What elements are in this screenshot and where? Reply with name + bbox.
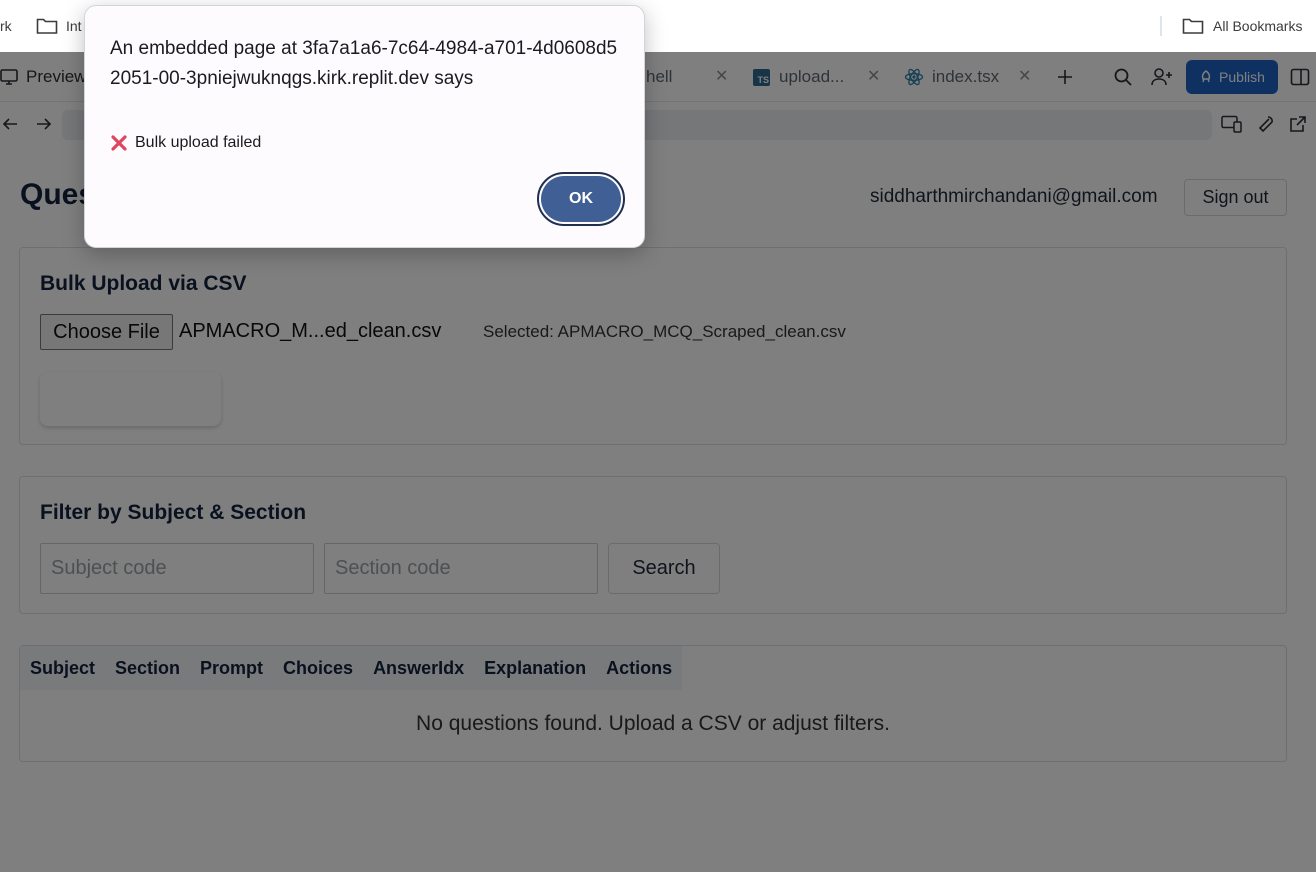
- bookmark-folder-label: Int: [66, 18, 82, 34]
- alert-dialog: An embedded page at 3fa7a1a6-7c64-4984-a…: [84, 5, 645, 248]
- all-bookmarks-button[interactable]: All Bookmarks: [1182, 15, 1302, 37]
- folder-icon: [1182, 18, 1204, 34]
- all-bookmarks-label: All Bookmarks: [1213, 18, 1303, 34]
- bookmark-folder-int[interactable]: Int: [36, 15, 82, 37]
- error-icon: [111, 135, 127, 151]
- folder-icon: [36, 18, 58, 34]
- bookmark-label: rk: [0, 18, 12, 34]
- dialog-title: An embedded page at 3fa7a1a6-7c64-4984-a…: [110, 38, 618, 89]
- bookmark-item-partial[interactable]: rk: [0, 15, 12, 37]
- bookmarks-separator: [1160, 16, 1162, 36]
- dialog-message: Bulk upload failed: [110, 134, 261, 152]
- dialog-message-text: Bulk upload failed: [135, 134, 262, 151]
- ok-button[interactable]: OK: [541, 176, 621, 222]
